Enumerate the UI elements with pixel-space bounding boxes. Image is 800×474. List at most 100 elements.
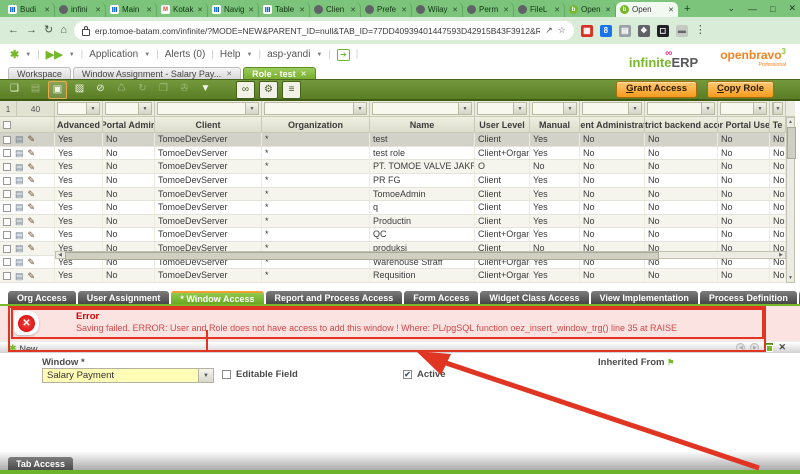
child-tab[interactable]: Form Access	[404, 291, 478, 304]
extension-black-icon[interactable]: ◻	[657, 25, 669, 37]
close-tab-icon[interactable]: ✕	[95, 6, 101, 14]
child-tab[interactable]: Org Access	[8, 291, 76, 304]
reload-icon[interactable]: ↻	[44, 25, 53, 36]
child-tab[interactable]: * Window Access	[171, 291, 263, 304]
close-tab-icon[interactable]: ✕	[401, 6, 407, 14]
table-row[interactable]: ▤✎YesNoTomoeDevServer*TomoeAdminClientYe…	[0, 188, 795, 202]
address-bar[interactable]: erp.tomoe-batam.com/infinite/?MODE=NEW&P…	[74, 21, 574, 40]
grid-page-size-cell[interactable]: 40	[17, 101, 55, 116]
extensions-puzzle-icon[interactable]: ❖	[638, 25, 650, 37]
row-checkbox[interactable]	[3, 272, 11, 280]
browser-tab[interactable]: MKotak✕	[157, 2, 208, 17]
close-tab-icon[interactable]: ✕	[605, 6, 611, 14]
row-edit-icon[interactable]: ✎	[28, 149, 36, 158]
scroll-up-icon[interactable]: ▲	[787, 118, 794, 126]
browser-tab[interactable]: Navig✕	[208, 2, 259, 17]
filter-dropdown-icon[interactable]: ▼	[773, 103, 782, 114]
filter-dropdown-icon[interactable]: ▼	[86, 103, 99, 114]
row-document-icon[interactable]: ▤	[15, 149, 24, 158]
filter-icon[interactable]: ▼	[197, 81, 214, 97]
row-document-icon[interactable]: ▤	[15, 258, 24, 267]
logout-icon[interactable]: ➔	[337, 49, 350, 61]
new-record-icon[interactable]: ❏	[6, 81, 23, 97]
row-checkbox[interactable]	[3, 245, 11, 253]
favorites-caret-icon[interactable]: ▼	[25, 52, 31, 58]
column-header[interactable]: Manual	[530, 117, 580, 132]
erp-tab-close-icon[interactable]: ✕	[226, 70, 232, 78]
close-tab-icon[interactable]: ✕	[503, 6, 509, 14]
share-icon[interactable]: ↗	[545, 25, 553, 36]
forward-icon[interactable]: →	[26, 25, 37, 36]
erp-tab-close-icon[interactable]: ✕	[301, 70, 307, 78]
tab-access-tab[interactable]: Tab Access	[8, 457, 73, 471]
row-edit-icon[interactable]: ✎	[28, 176, 36, 185]
filter-input-4[interactable]: ▼	[372, 102, 472, 115]
tools-icon[interactable]: ⚙	[259, 81, 278, 99]
extension-blue-8-icon[interactable]: 8	[600, 25, 612, 37]
filter-input-8[interactable]: ▼	[647, 102, 715, 115]
column-header[interactable]: Te	[770, 117, 786, 132]
filter-input-3[interactable]: ▼	[264, 102, 367, 115]
row-document-icon[interactable]: ▤	[15, 163, 24, 172]
column-header[interactable]: Advanced	[55, 117, 103, 132]
undo-icon[interactable]: ⊘	[92, 81, 109, 97]
filter-dropdown-icon[interactable]: ▼	[628, 103, 641, 114]
extension-notes-icon[interactable]: ▤	[619, 25, 631, 37]
horizontal-scroll-thumb[interactable]	[65, 252, 659, 260]
close-tab-icon[interactable]: ✕	[44, 6, 50, 14]
row-edit-icon[interactable]: ✎	[28, 135, 36, 144]
grant-access-button[interactable]: Grant Access	[616, 81, 697, 98]
row-document-icon[interactable]: ▤	[15, 231, 24, 240]
row-checkbox[interactable]	[3, 231, 11, 239]
browser-tab[interactable]: infini✕	[55, 2, 106, 17]
filter-dropdown-icon[interactable]: ▼	[753, 103, 766, 114]
close-tab-icon[interactable]: ✕	[668, 6, 674, 14]
row-document-icon[interactable]: ▤	[15, 135, 24, 144]
new-tab-button[interactable]: +	[684, 3, 690, 15]
workspace-caret-icon[interactable]: ▼	[69, 52, 75, 58]
row-checkbox[interactable]	[3, 204, 11, 212]
column-header[interactable]: Organization	[262, 117, 370, 132]
window-combo-dropdown-icon[interactable]: ▼	[198, 369, 213, 382]
browser-tab[interactable]: Perm✕	[463, 2, 514, 17]
table-row[interactable]: ▤✎YesNoTomoeDevServer*QCClient+Organiz..…	[0, 228, 795, 242]
menu-help[interactable]: Help	[220, 49, 241, 60]
vertical-scrollbar[interactable]: ▲ ▼	[786, 117, 795, 283]
column-header[interactable]: For Portal Users	[718, 117, 770, 132]
filter-dropdown-icon[interactable]: ▼	[563, 103, 576, 114]
home-icon[interactable]: ⌂	[60, 25, 67, 36]
filter-input-10[interactable]: ▼	[772, 102, 783, 115]
filter-dropdown-icon[interactable]: ▼	[138, 103, 151, 114]
scroll-right-icon[interactable]: ▶	[777, 252, 785, 258]
table-row[interactable]: ▤✎YesNoTomoeDevServer*test roleClient+Or…	[0, 147, 795, 161]
filter-input-0[interactable]: ▼	[57, 102, 100, 115]
scroll-left-icon[interactable]: ◀	[56, 252, 64, 258]
column-header[interactable]: Restrict backend access	[645, 117, 718, 132]
horizontal-scrollbar[interactable]: ◀ ▶	[55, 251, 786, 259]
browser-tab[interactable]: Main✕	[106, 2, 157, 17]
link-icon[interactable]: ∞	[236, 81, 255, 99]
close-tab-icon[interactable]: ✕	[197, 6, 203, 14]
table-row[interactable]: ▤✎YesNoTomoeDevServer*qClientYesNoNoNoNo	[0, 201, 795, 215]
row-document-icon[interactable]: ▤	[15, 217, 24, 226]
row-checkbox[interactable]	[3, 149, 11, 157]
table-row[interactable]: ▤✎YesNoTomoeDevServer*testClientYesNoNoN…	[0, 133, 795, 147]
copy-role-button[interactable]: Copy Role	[707, 81, 774, 98]
row-checkbox[interactable]	[3, 190, 11, 198]
filter-dropdown-icon[interactable]: ▼	[513, 103, 526, 114]
row-document-icon[interactable]: ▤	[15, 176, 24, 185]
row-edit-icon[interactable]: ✎	[28, 203, 36, 212]
close-tab-icon[interactable]: ✕	[554, 6, 560, 14]
row-checkbox[interactable]	[3, 136, 11, 144]
erp-tab[interactable]: Window Assignment - Salary Pay...✕	[73, 67, 241, 79]
table-row[interactable]: ▤✎YesNoTomoeDevServer*ProductinClientYes…	[0, 215, 795, 229]
browser-tab[interactable]: Wilay✕	[412, 2, 463, 17]
vertical-scroll-thumb[interactable]	[787, 127, 796, 159]
menu-alerts[interactable]: Alerts (0)	[165, 49, 206, 60]
previous-record-icon[interactable]: ◀	[736, 343, 745, 352]
kebab-menu-icon[interactable]: ⋮	[695, 25, 706, 36]
row-checkbox[interactable]	[3, 177, 11, 185]
erp-tab[interactable]: Role - test✕	[243, 67, 315, 79]
favorites-star-icon[interactable]: ✱	[10, 48, 19, 61]
tab-search-icon[interactable]: ⌄	[727, 3, 735, 14]
